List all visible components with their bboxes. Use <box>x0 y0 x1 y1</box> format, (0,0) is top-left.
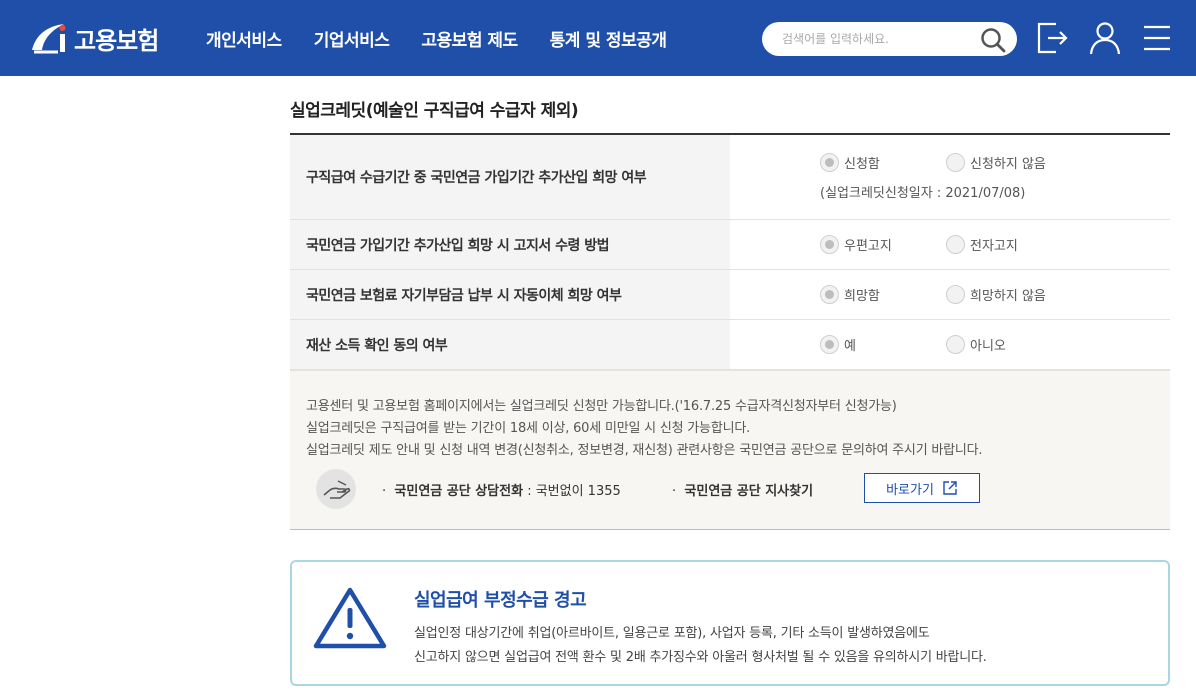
radio-button[interactable] <box>820 335 839 354</box>
info-line: 실업크레딧 제도 안내 및 신청 내역 변경(신청취소, 정보변경, 재신청) … <box>306 443 983 458</box>
radio-option[interactable]: 희망하지 않음 <box>946 285 1046 304</box>
info-box: 고용센터 및 고용보험 홈페이지에서는 실업크레딧 신청만 가능합니다.('16… <box>290 370 1170 530</box>
table-row: 국민연금 보험료 자기부담금 납부 시 자동이체 희망 여부 희망함 희망하지 … <box>290 270 1170 320</box>
radio-label: 희망하지 않음 <box>970 289 1046 304</box>
nav-personal-services[interactable]: 개인서비스 <box>206 26 282 51</box>
radio-option[interactable]: 전자고지 <box>946 235 1018 254</box>
info-line: 고용센터 및 고용보험 홈페이지에서는 실업크레딧 신청만 가능합니다.('16… <box>306 399 897 414</box>
radio-label: 신청함 <box>844 157 880 172</box>
row-options: 희망함 희망하지 않음 <box>730 270 1170 319</box>
section-title: 실업크레딧(예술인 구직급여 수급자 제외) <box>290 101 579 121</box>
logo[interactable]: 고용보험 <box>28 20 159 56</box>
radio-option[interactable]: 신청하지 않음 <box>946 153 1046 172</box>
search-box <box>762 22 1017 56</box>
table-row: 재산 소득 확인 동의 여부 예 아니오 <box>290 320 1170 370</box>
top-header: 고용보험 개인서비스 기업서비스 고용보험 제도 통계 및 정보공개 <box>0 0 1196 76</box>
row-label: 국민연금 보험료 자기부담금 납부 시 자동이체 희망 여부 <box>290 270 730 319</box>
apply-date-note: (실업크레딧신청일자 : 2021/07/08) <box>820 186 1026 201</box>
external-link-icon <box>943 481 957 495</box>
radio-button[interactable] <box>820 153 839 172</box>
radio-label: 희망함 <box>844 289 880 304</box>
row-label: 국민연금 가입기간 추가산입 희망 시 고지서 수령 방법 <box>290 220 730 269</box>
main-nav: 개인서비스 기업서비스 고용보험 제도 통계 및 정보공개 <box>206 26 699 51</box>
credit-table: 구직급여 수급기간 중 국민연금 가입기간 추가산입 희망 여부 신청함 신청하… <box>290 133 1170 370</box>
radio-label: 전자고지 <box>970 239 1018 254</box>
radio-label: 아니오 <box>970 339 1006 354</box>
radio-option[interactable]: 예 <box>820 335 856 354</box>
radio-label: 예 <box>844 339 856 354</box>
table-row: 구직급여 수급기간 중 국민연금 가입기간 추가산입 희망 여부 신청함 신청하… <box>290 135 1170 220</box>
logo-text: 고용보험 <box>74 26 159 55</box>
goto-button-label: 바로가기 <box>886 482 934 498</box>
branch-info: · 국민연금 공단 지사찾기 <box>672 484 814 499</box>
row-label: 구직급여 수급기간 중 국민연금 가입기간 추가산입 희망 여부 <box>290 135 730 219</box>
radio-button[interactable] <box>820 235 839 254</box>
phone-value: : 국번없이 1355 <box>523 484 621 499</box>
row-options: 우편고지 전자고지 <box>730 220 1170 269</box>
radio-button[interactable] <box>946 235 965 254</box>
warning-title: 실업급여 부정수급 경고 <box>414 590 587 611</box>
warning-line: 신고하지 않으면 실업급여 전액 환수 및 2배 추가징수와 아울러 형사처벌 … <box>414 650 987 665</box>
row-label: 재산 소득 확인 동의 여부 <box>290 320 730 369</box>
radio-button[interactable] <box>946 285 965 304</box>
logo-icon <box>32 24 66 54</box>
user-icon[interactable] <box>1088 20 1122 56</box>
search-input[interactable] <box>782 28 972 50</box>
menu-icon[interactable] <box>1142 24 1172 52</box>
nav-statistics[interactable]: 통계 및 정보공개 <box>550 26 667 51</box>
radio-button[interactable] <box>820 285 839 304</box>
table-row: 국민연금 가입기간 추가산입 희망 시 고지서 수령 방법 우편고지 전자고지 <box>290 220 1170 270</box>
row-options: 신청함 신청하지 않음 (실업크레딧신청일자 : 2021/07/08) <box>730 135 1170 219</box>
contact-row: · 국민연금 공단 상담전화 : 국번없이 1355 · 국민연금 공단 지사찾… <box>316 469 996 509</box>
fraud-warning-box: 실업급여 부정수급 경고 실업인정 대상기간에 취업(아르바이트, 일용근로 포… <box>290 560 1170 686</box>
radio-label: 신청하지 않음 <box>970 157 1046 172</box>
nav-insurance-system[interactable]: 고용보험 제도 <box>421 26 518 51</box>
row-options: 예 아니오 <box>730 320 1170 369</box>
logout-icon[interactable] <box>1036 20 1070 56</box>
radio-option[interactable]: 아니오 <box>946 335 1006 354</box>
phone-info: · 국민연금 공단 상담전화 : 국번없이 1355 <box>382 484 621 499</box>
radio-label: 우편고지 <box>844 239 892 254</box>
radio-button[interactable] <box>946 335 965 354</box>
info-line: 실업크레딧은 구직급여를 받는 기간이 18세 이상, 60세 미만일 시 신청… <box>306 421 751 436</box>
radio-option[interactable]: 신청함 <box>820 153 880 172</box>
radio-option[interactable]: 희망함 <box>820 285 880 304</box>
search-icon[interactable] <box>980 27 1006 53</box>
goto-button[interactable]: 바로가기 <box>864 473 980 503</box>
phone-label: 국민연금 공단 상담전화 <box>394 484 524 499</box>
warning-icon <box>313 587 387 649</box>
warning-line: 실업인정 대상기간에 취업(아르바이트, 일용근로 포함), 사업자 등록, 기… <box>414 626 930 641</box>
radio-button[interactable] <box>946 153 965 172</box>
hand-icon <box>316 469 356 509</box>
radio-option[interactable]: 우편고지 <box>820 235 892 254</box>
branch-label: 국민연금 공단 지사찾기 <box>684 484 814 499</box>
nav-corporate-services[interactable]: 기업서비스 <box>314 26 390 51</box>
